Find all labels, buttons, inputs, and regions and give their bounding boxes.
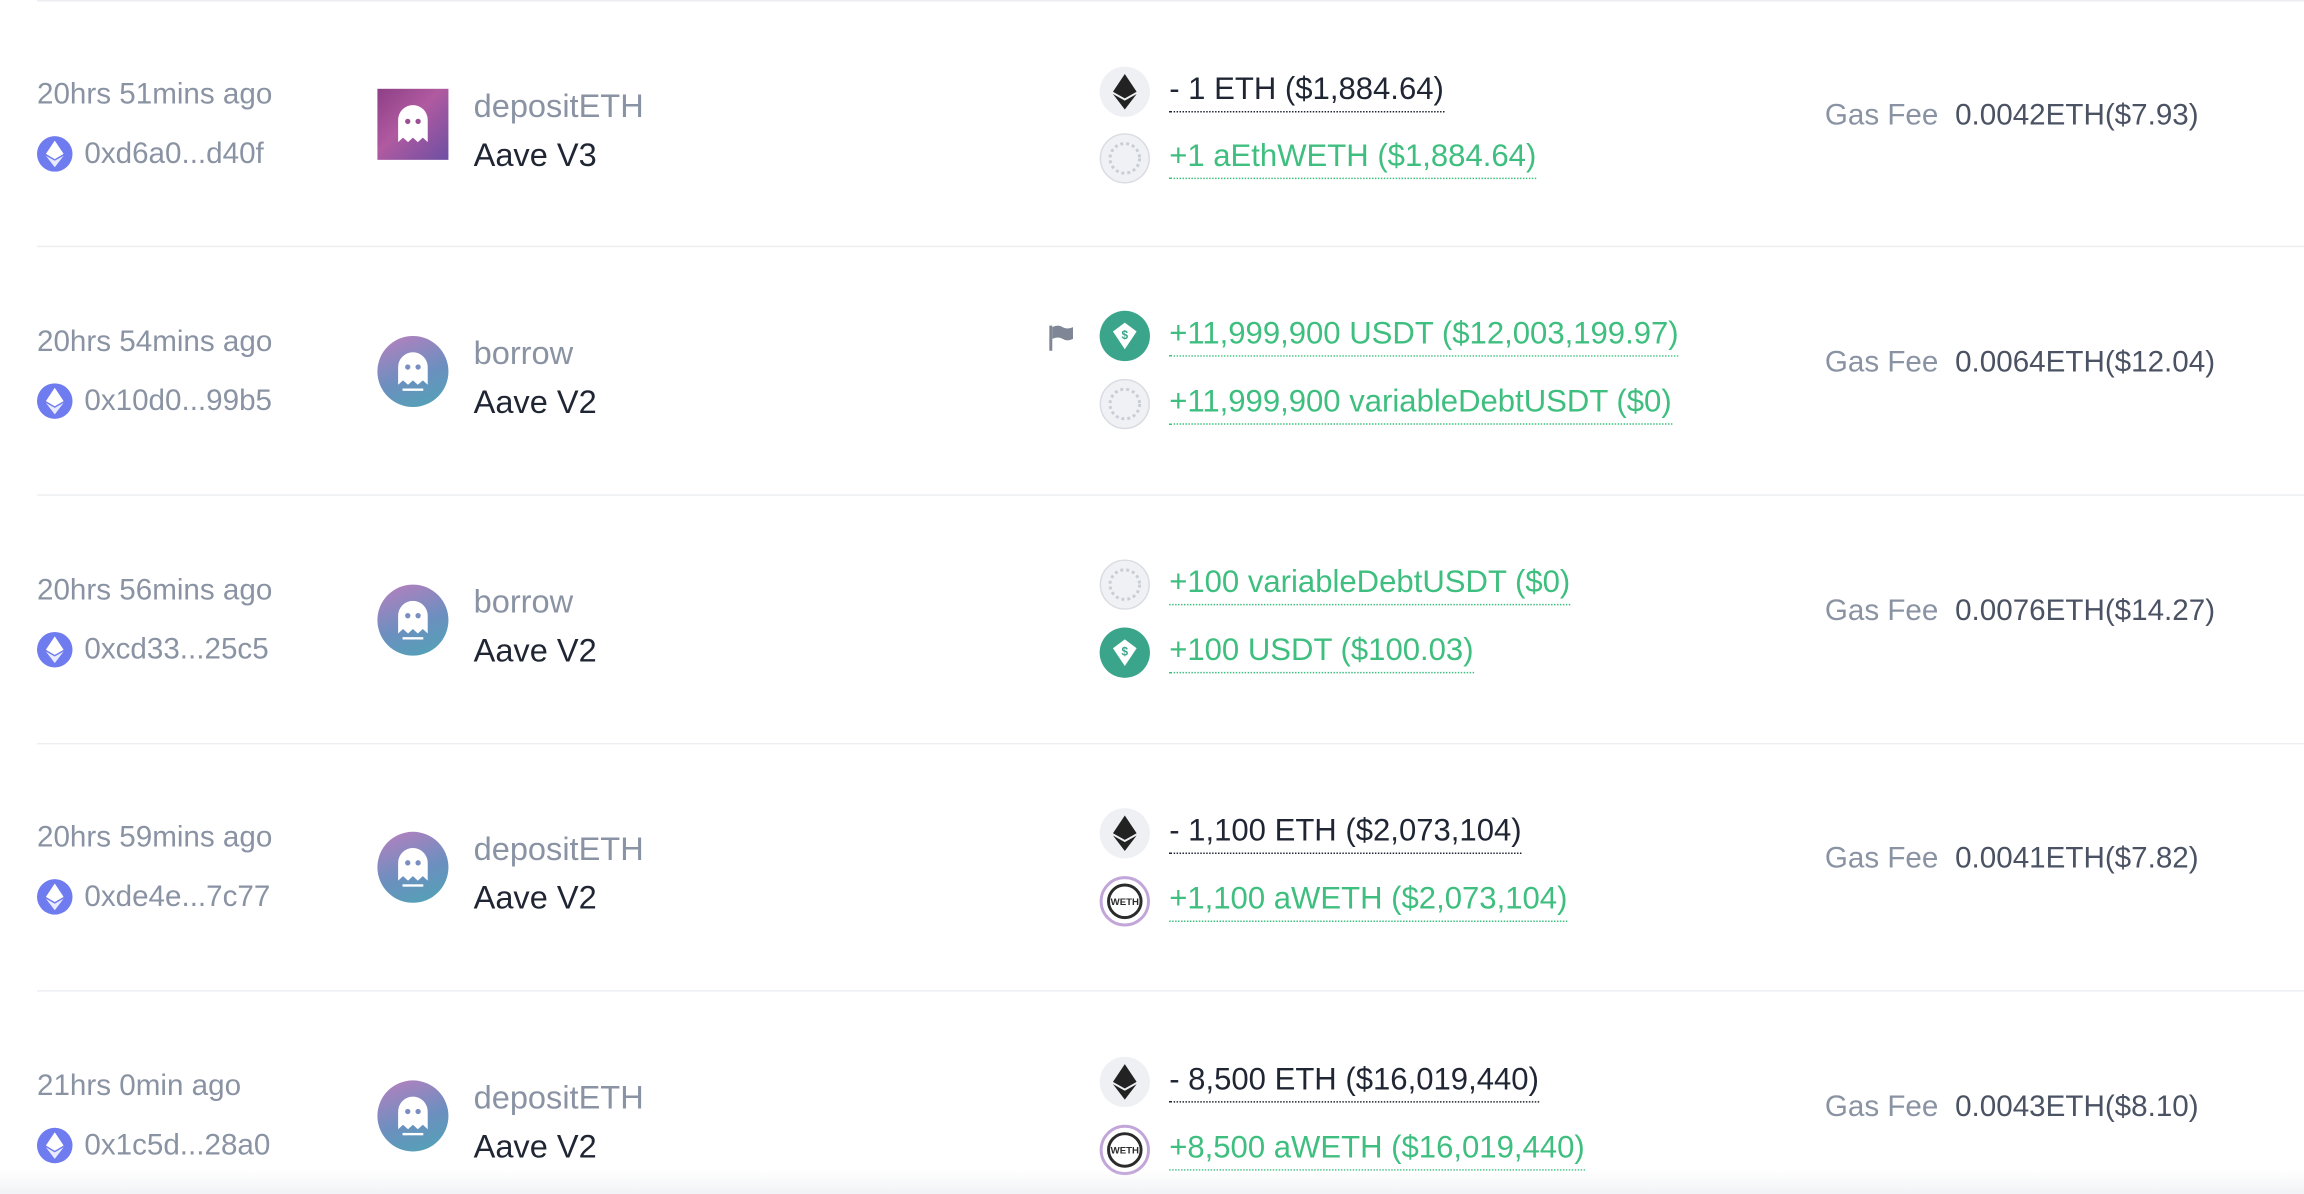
aave-ghost-icon [377,831,449,903]
token-amount[interactable]: +11,999,900 variableDebtUSDT ($0) [1169,384,1672,425]
token-amount[interactable]: +1 aEthWETH ($1,884.64) [1169,138,1537,179]
transaction-row: 20hrs 56mins ago 0xcd33...25c5 borrow Aa… [37,497,2304,745]
svg-text:WETH: WETH [1111,1146,1139,1157]
token-transfer: +100 variableDebtUSDT ($0) [1099,559,1571,610]
tx-protocol[interactable]: Aave V3 [474,136,597,174]
eth-icon [1099,1056,1150,1108]
tx-hash-link[interactable]: 0xd6a0...d40f [37,136,264,172]
tx-protocol[interactable]: Aave V2 [474,1128,597,1166]
token-amount[interactable]: +11,999,900 USDT ($12,003,199.97) [1169,316,1679,356]
ethereum-chain-icon [37,136,73,172]
usdt-icon: $ [1099,310,1150,362]
tx-time: 20hrs 59mins ago [37,821,273,854]
tx-hash[interactable]: 0x10d0...99b5 [84,384,272,418]
aave-ghost-icon [377,584,449,656]
gas-fee-value: 0.0076ETH($14.27) [1955,594,2216,628]
tx-protocol[interactable]: Aave V2 [474,632,597,670]
token-transfer: +1 aEthWETH ($1,884.64) [1099,133,1537,184]
tx-method: depositETH [473,87,644,125]
gas-fee-value: 0.0042ETH($7.93) [1955,99,2199,132]
token-amount[interactable]: - 8,500 ETH ($16,019,440) [1169,1062,1539,1102]
gas-fee-value: 0.0041ETH($7.82) [1955,842,2199,875]
gas-fee-value: 0.0043ETH($8.10) [1955,1090,2199,1124]
ethereum-chain-icon [37,1127,73,1164]
scroll-fade [0,1170,2304,1194]
eth-icon [1099,808,1150,859]
weth-icon: WETH [1099,876,1150,927]
gas-fee-label: Gas Fee [1824,99,1939,132]
tx-time: 20hrs 56mins ago [37,574,273,607]
transaction-row: 20hrs 54mins ago 0x10d0...99b5 borrow Aa… [37,249,2304,496]
tx-hash-link[interactable]: 0xcd33...25c5 [37,631,269,668]
tx-hash-link[interactable]: 0x10d0...99b5 [37,383,272,419]
token-transfer: - 1 ETH ($1,884.64) [1099,66,1444,117]
ethereum-chain-icon [37,383,73,419]
weth-icon: WETH [1099,1124,1150,1176]
tx-method: depositETH [473,1078,644,1116]
svg-text:WETH: WETH [1111,897,1139,908]
aave-ghost-icon [377,335,449,407]
usdt-icon: $ [1099,627,1150,678]
gas-fee-label: Gas Fee [1824,1090,1939,1124]
tx-hash-link[interactable]: 0xde4e...7c77 [37,879,270,915]
token-amount[interactable]: +8,500 aWETH ($16,019,440) [1169,1130,1585,1170]
gas-fee-label: Gas Fee [1824,346,1939,379]
tx-hash-link[interactable]: 0x1c5d...28a0 [37,1127,270,1164]
tx-method: depositETH [473,830,644,868]
token-transfer: WETH +8,500 aWETH ($16,019,440) [1099,1124,1585,1176]
flag-icon[interactable] [1046,323,1076,353]
token-amount[interactable]: - 1 ETH ($1,884.64) [1169,72,1444,112]
svg-text:$: $ [1122,645,1129,659]
token-amount[interactable]: - 1,100 ETH ($2,073,104) [1169,813,1522,854]
generic-token-icon [1099,133,1150,184]
generic-token-icon [1099,378,1150,430]
token-transfer: WETH +1,100 aWETH ($2,073,104) [1099,876,1568,927]
token-transfer: $ +11,999,900 USDT ($12,003,199.97) [1099,310,1679,362]
aave-ghost-icon [377,88,449,160]
transaction-history: 20hrs 51mins ago 0xd6a0...d40f depositET… [0,0,2304,1194]
token-transfer: - 8,500 ETH ($16,019,440) [1099,1056,1539,1108]
tx-time: 20hrs 51mins ago [37,78,273,111]
tx-hash[interactable]: 0x1c5d...28a0 [84,1129,270,1163]
aave-ghost-icon [377,1080,449,1152]
tx-protocol[interactable]: Aave V2 [474,879,597,917]
gas-fee-label: Gas Fee [1824,594,1939,628]
ethereum-chain-icon [37,631,73,668]
token-transfer: - 1,100 ETH ($2,073,104) [1099,808,1522,859]
tx-hash[interactable]: 0xcd33...25c5 [84,633,268,667]
tx-hash[interactable]: 0xd6a0...d40f [84,137,263,171]
transaction-row: 20hrs 59mins ago 0xde4e...7c77 depositET… [37,744,2304,992]
tx-method: borrow [473,583,574,621]
token-transfer: $ +100 USDT ($100.03) [1099,627,1474,678]
gas-fee-value: 0.0064ETH($12.04) [1955,346,2216,379]
token-transfer: +11,999,900 variableDebtUSDT ($0) [1099,378,1672,430]
tx-time: 21hrs 0min ago [37,1070,242,1103]
eth-icon [1099,66,1150,117]
ethereum-chain-icon [37,879,73,915]
gas-fee-label: Gas Fee [1824,842,1939,875]
token-amount[interactable]: +1,100 aWETH ($2,073,104) [1169,881,1568,922]
generic-token-icon [1099,559,1150,610]
transaction-row: 20hrs 51mins ago 0xd6a0...d40f depositET… [37,0,2304,248]
tx-time: 20hrs 54mins ago [37,325,273,359]
tx-method: borrow [473,334,574,372]
transaction-row: 21hrs 0min ago 0x1c5d...28a0 depositETH … [37,993,2304,1194]
tx-hash[interactable]: 0xde4e...7c77 [84,880,270,914]
tx-protocol[interactable]: Aave V2 [474,383,597,421]
svg-text:$: $ [1122,328,1129,342]
token-amount[interactable]: +100 USDT ($100.03) [1169,633,1474,673]
token-amount[interactable]: +100 variableDebtUSDT ($0) [1169,565,1571,605]
